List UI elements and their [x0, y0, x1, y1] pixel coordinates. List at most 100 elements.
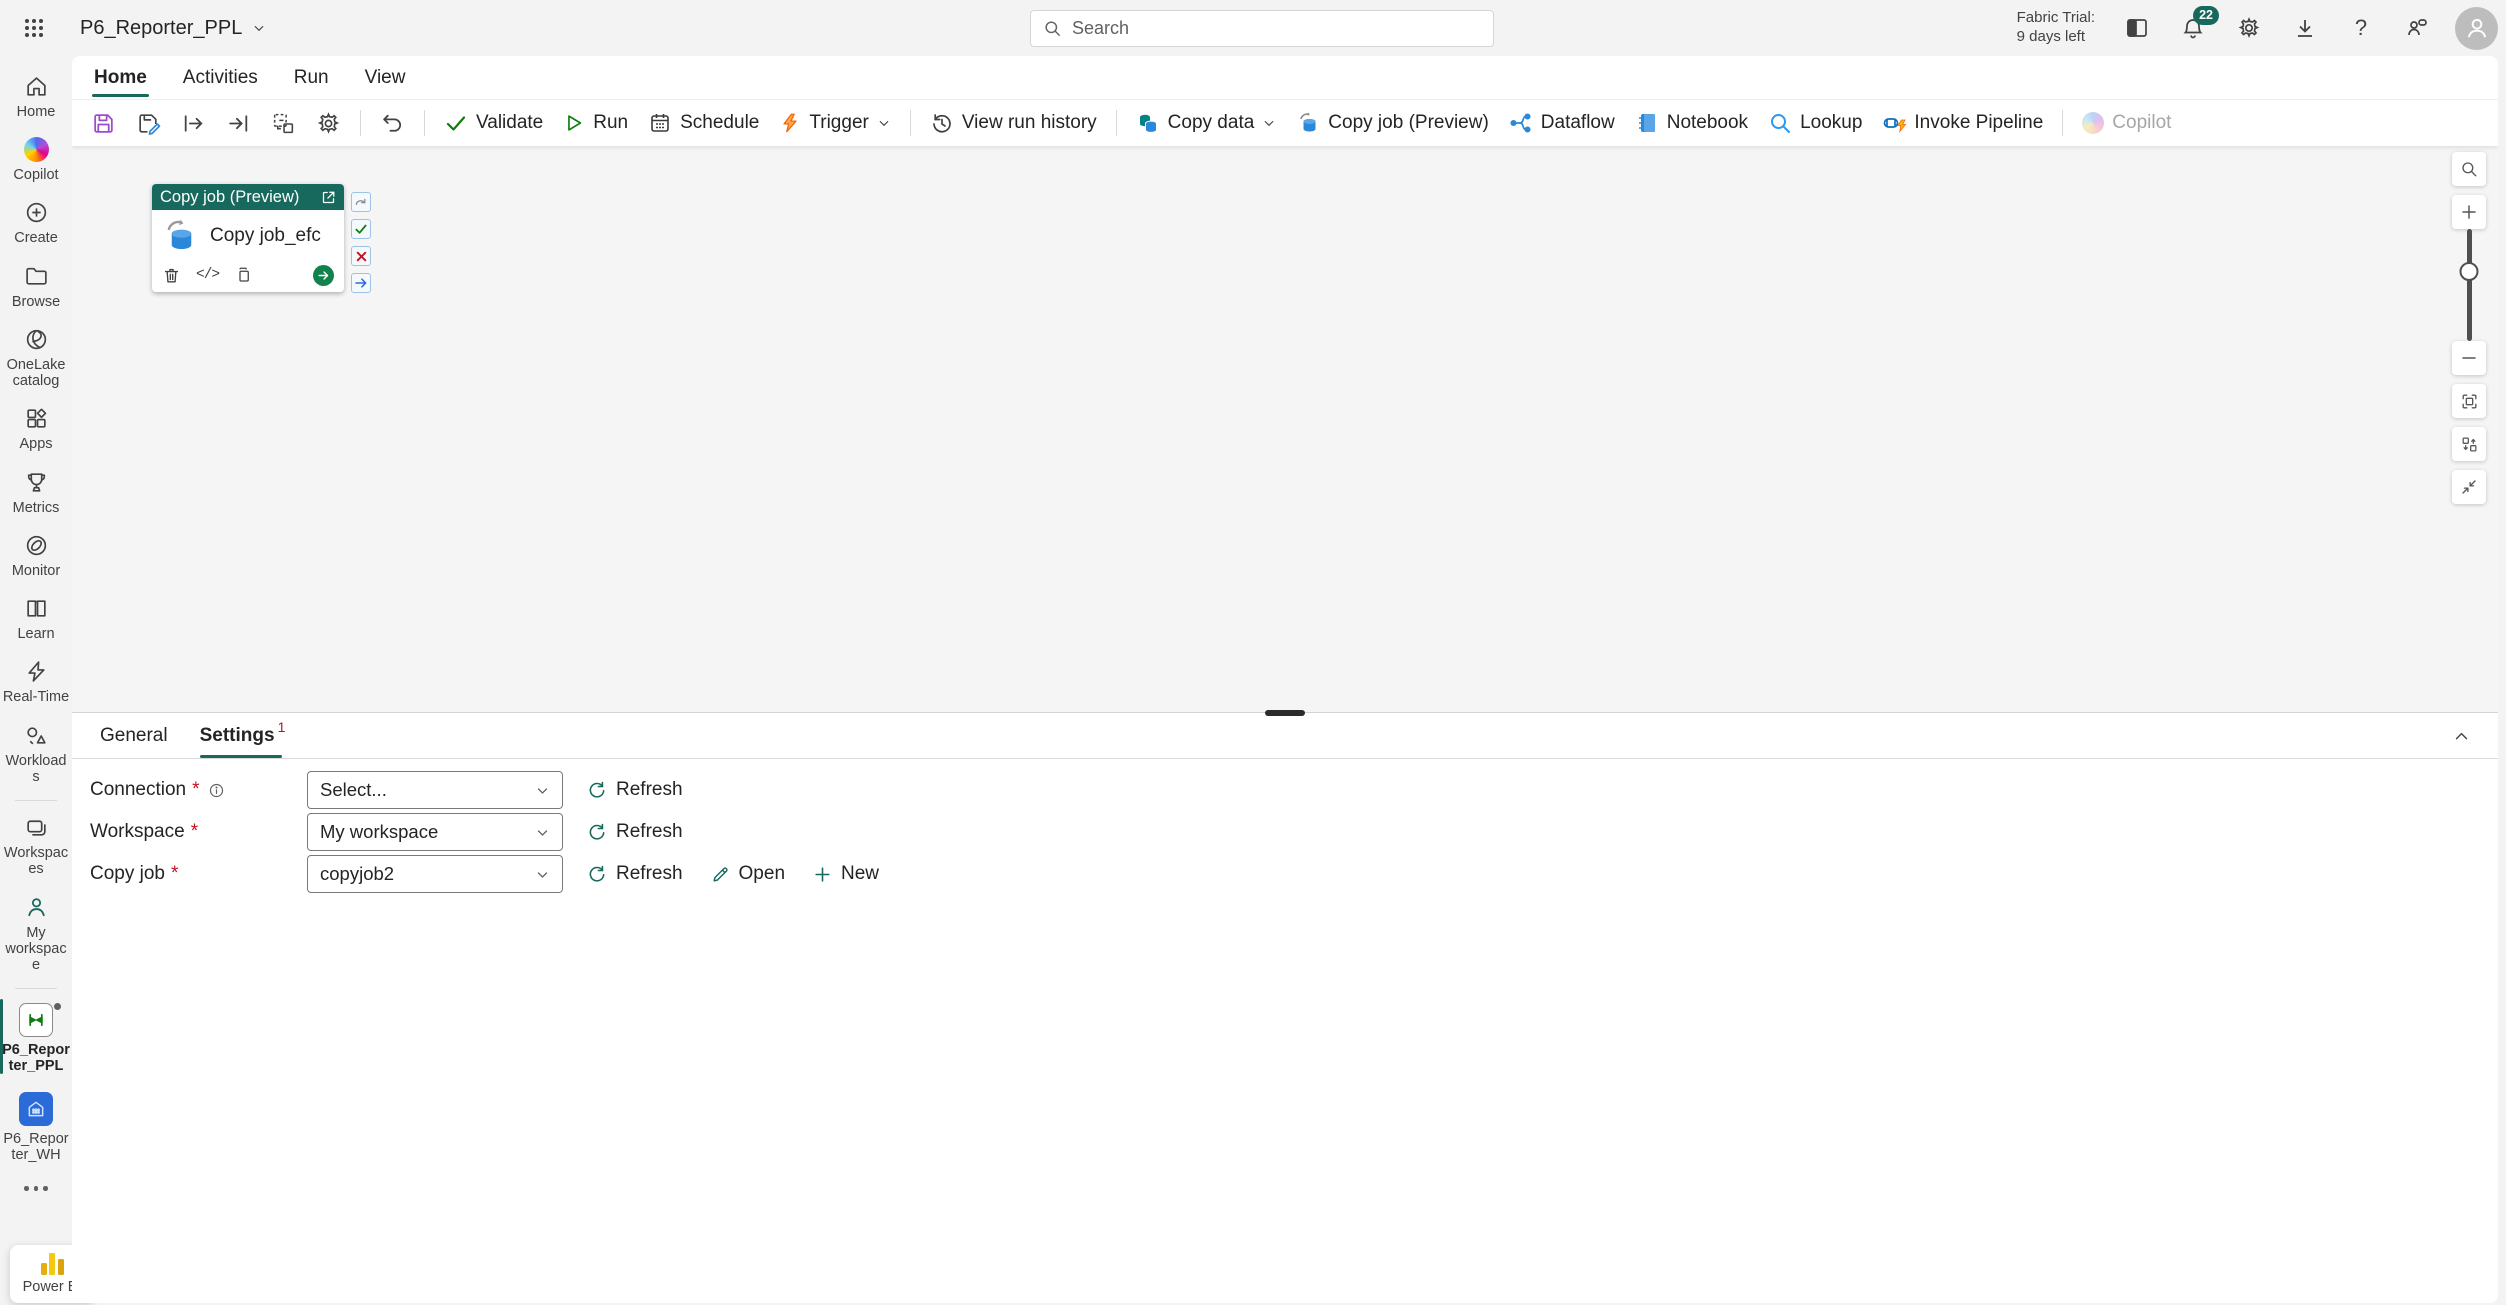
collapse-panel-button[interactable]	[2446, 721, 2476, 751]
pipeline-canvas[interactable]: Copy job (Preview) Copy job_efc </>	[72, 146, 2498, 712]
search-input[interactable]	[1072, 18, 1481, 39]
sidebar-item-metrics[interactable]: Metrics	[0, 462, 72, 525]
canvas-search-button[interactable]	[2452, 152, 2486, 186]
pipeline-settings-button[interactable]	[307, 104, 350, 142]
dataflow-button[interactable]: Dataflow	[1500, 104, 1624, 142]
properties-tab-bar: General Settings 1	[72, 713, 2498, 759]
invoke-pipeline-button[interactable]: Invoke Pipeline	[1873, 104, 2052, 142]
open-in-new-icon[interactable]	[321, 190, 336, 205]
refresh-workspaces-button[interactable]: Refresh	[587, 821, 683, 843]
on-success-connector[interactable]	[351, 219, 371, 239]
lookup-button[interactable]: Lookup	[1759, 104, 1871, 142]
copy-job-select[interactable]: copyjob2	[307, 855, 563, 893]
zoom-slider-handle[interactable]	[2460, 262, 2479, 281]
view-code-button[interactable]: </>	[196, 267, 219, 283]
trash-icon	[162, 266, 181, 285]
toolbar-divider	[2062, 110, 2063, 136]
sidebar-item-browse[interactable]: Browse	[0, 256, 72, 319]
copy-job-icon	[162, 218, 198, 254]
activity-card-body: Copy job_efc	[152, 210, 344, 262]
sidebar-item-real-time[interactable]: Real-Time	[0, 651, 72, 714]
on-completion-connector[interactable]	[351, 273, 371, 293]
sidebar-item-my-workspace[interactable]: My workspace	[0, 887, 72, 983]
download-button[interactable]	[2287, 10, 2323, 46]
tab-run[interactable]: Run	[294, 56, 329, 99]
sidebar-item-copilot[interactable]: Copilot	[0, 129, 72, 192]
connection-select[interactable]: Select...	[307, 771, 563, 809]
copilot-button[interactable]: Copilot	[2073, 104, 2180, 142]
sidebar-item-monitor[interactable]: Monitor	[0, 525, 72, 588]
panel-resize-handle[interactable]	[1265, 710, 1305, 716]
tab-view[interactable]: View	[365, 56, 406, 99]
on-skip-connector[interactable]	[351, 192, 371, 212]
sidebar-item-workspaces[interactable]: Workspaces	[0, 807, 72, 886]
settings-form: Connection * Select... Refresh	[72, 759, 2498, 893]
copilot-icon	[2082, 112, 2104, 134]
copy-data-button[interactable]: Copy data	[1127, 104, 1286, 142]
tab-activities[interactable]: Activities	[183, 56, 258, 99]
settings-button[interactable]	[2231, 10, 2267, 46]
import-button[interactable]	[217, 104, 260, 142]
trophy-icon	[24, 470, 49, 495]
rail-more-button[interactable]	[24, 1172, 48, 1205]
pipeline-title-menu[interactable]: P6_Reporter_PPL	[80, 17, 266, 40]
required-marker: *	[171, 863, 178, 885]
sidebar-item-learn[interactable]: Learn	[0, 588, 72, 651]
validate-button[interactable]: Validate	[435, 104, 552, 142]
tab-home[interactable]: Home	[94, 56, 147, 99]
clone-activity-button[interactable]	[234, 266, 252, 284]
copy-icon	[234, 266, 252, 284]
zoom-in-button[interactable]	[2452, 195, 2486, 229]
rail-divider	[15, 988, 57, 989]
zoom-out-button[interactable]	[2452, 341, 2486, 375]
collapse-view-button[interactable]	[2452, 470, 2486, 504]
zoom-slider[interactable]	[2452, 229, 2486, 341]
history-clock-icon	[930, 111, 954, 135]
activity-card-copy-job[interactable]: Copy job (Preview) Copy job_efc </>	[152, 184, 344, 292]
export-button[interactable]	[172, 104, 215, 142]
fit-to-screen-button[interactable]	[2452, 384, 2486, 418]
sidebar-item-workloads[interactable]: Workloads	[0, 715, 72, 794]
workspace-select[interactable]: My workspace	[307, 813, 563, 851]
on-failure-connector[interactable]	[351, 246, 371, 266]
schedule-button[interactable]: Schedule	[639, 104, 768, 142]
sidebar-item-create[interactable]: Create	[0, 192, 72, 255]
collapse-arrows-icon	[2460, 478, 2478, 496]
sidebar-item-home[interactable]: Home	[0, 66, 72, 129]
undo-button[interactable]	[371, 104, 414, 142]
delete-activity-button[interactable]	[162, 266, 181, 285]
pipeline-template-button[interactable]	[262, 104, 305, 142]
home-icon	[24, 74, 49, 99]
side-pane-toggle-button[interactable]	[2119, 10, 2155, 46]
trigger-button[interactable]: Trigger	[770, 104, 899, 142]
tab-general[interactable]: General	[100, 713, 168, 758]
sidebar-item-pipeline-p6-reporter-ppl[interactable]: P6_Reporter_PPL	[0, 995, 72, 1083]
save-as-button[interactable]	[127, 104, 170, 142]
refresh-copy-jobs-button[interactable]: Refresh	[587, 863, 683, 885]
view-run-history-button[interactable]: View run history	[921, 104, 1106, 142]
page-title: P6_Reporter_PPL	[80, 17, 242, 40]
sidebar-item-onelake-catalog[interactable]: OneLake catalog	[0, 319, 72, 398]
run-button[interactable]: Run	[554, 104, 637, 142]
notifications-button[interactable]: 22	[2175, 10, 2211, 46]
add-next-activity-button[interactable]	[313, 265, 334, 286]
workloads-icon	[24, 723, 49, 748]
save-button[interactable]	[82, 104, 125, 142]
connection-row: Connection * Select... Refresh	[90, 771, 2498, 809]
sidebar-item-apps[interactable]: Apps	[0, 398, 72, 461]
open-copy-job-button[interactable]: Open	[711, 863, 785, 885]
help-button[interactable]: ?	[2343, 10, 2379, 46]
gear-icon	[316, 111, 341, 136]
account-avatar[interactable]	[2455, 7, 2498, 50]
refresh-connections-button[interactable]: Refresh	[587, 779, 683, 801]
notebook-button[interactable]: Notebook	[1626, 104, 1757, 142]
auto-align-button[interactable]	[2452, 427, 2486, 461]
copy-job-preview-button[interactable]: Copy job (Preview)	[1287, 104, 1498, 142]
tab-settings[interactable]: Settings 1	[200, 713, 283, 758]
info-icon[interactable]	[208, 782, 225, 799]
notebook-icon	[1635, 111, 1659, 135]
sidebar-item-warehouse-p6-reporter-wh[interactable]: P6_Reporter_WH	[0, 1084, 72, 1172]
new-copy-job-button[interactable]: New	[813, 863, 879, 885]
app-launcher-button[interactable]	[12, 6, 56, 50]
feedback-button[interactable]	[2399, 10, 2435, 46]
